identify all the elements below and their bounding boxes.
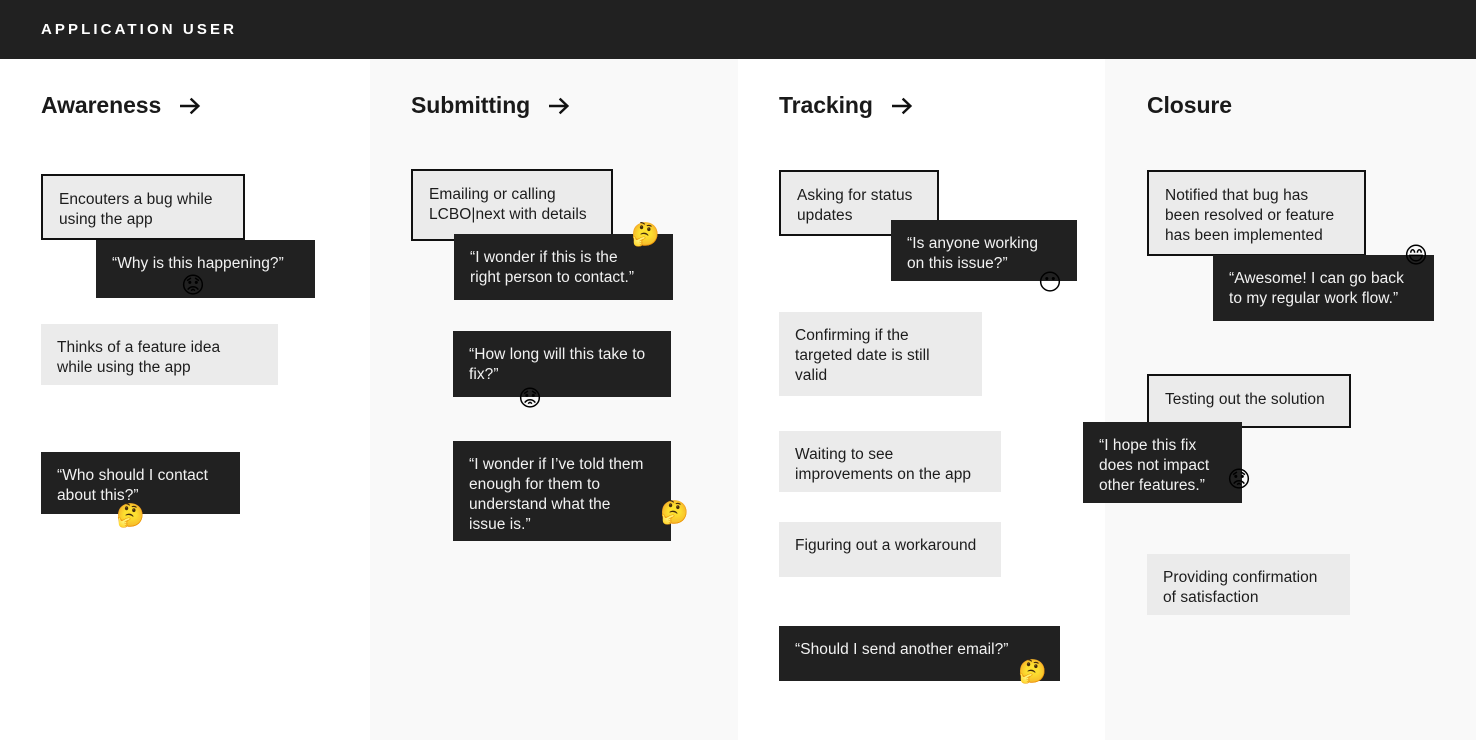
- stage-heading-label: Tracking: [779, 92, 873, 118]
- card-text: “Is anyone working on this issue?”: [907, 235, 1038, 273]
- thinking-face-emoji: 🤔: [116, 503, 145, 529]
- quote-card: “Awesome! I can go back to my regular wo…: [1213, 255, 1434, 321]
- grinning-face-emoji: 😄: [1404, 243, 1428, 269]
- quote-card: “How long will this take to fix?”: [453, 331, 671, 397]
- thinking-face-emoji: 🤔: [631, 222, 660, 248]
- card-text: Figuring out a workaround: [795, 537, 977, 554]
- worried-face-emoji: 😟: [1227, 467, 1251, 493]
- action-card: Emailing or calling LCBO|next with detai…: [411, 169, 613, 241]
- arrow-right-icon: [891, 96, 913, 116]
- worried-face-emoji: 😟: [518, 386, 542, 412]
- card-text: “Awesome! I can go back to my regular wo…: [1229, 270, 1404, 308]
- stage-heading-label: Submitting: [411, 92, 531, 118]
- card-text: “Should I send another email?”: [795, 641, 1009, 658]
- stage-heading-submitting: Submitting: [411, 92, 570, 119]
- arrow-right-icon: [548, 96, 570, 116]
- stage-column-submitting: Submitting Emailing or calling LCBO|next …: [370, 59, 738, 740]
- stage-heading-awareness: Awareness: [41, 92, 201, 119]
- action-card: Notified that bug has been resolved or f…: [1147, 170, 1366, 256]
- quote-card: “I hope this fix does not impact other f…: [1083, 422, 1242, 503]
- stage-heading-label: Closure: [1147, 92, 1232, 118]
- action-card: Figuring out a workaround: [779, 522, 1001, 577]
- card-text: Encouters a bug while using the app: [59, 191, 213, 229]
- card-text: “Why is this happening?”: [112, 255, 284, 272]
- action-card: Waiting to see improvements on the app: [779, 431, 1001, 492]
- journey-map-canvas: Awareness Encouters a bug while using the…: [0, 59, 1476, 740]
- action-card: Testing out the solution: [1147, 374, 1351, 428]
- stage-column-tracking: Tracking Asking for status updates “Is any…: [738, 59, 1105, 740]
- arrow-right-icon: [179, 96, 201, 116]
- card-text: Waiting to see improvements on the app: [795, 446, 972, 484]
- action-card: Encouters a bug while using the app: [41, 174, 245, 240]
- thinking-face-emoji: 🤔: [1018, 659, 1047, 685]
- card-text: Notified that bug has been resolved or f…: [1165, 187, 1335, 245]
- card-text: Providing confirmation of satisfaction: [1163, 569, 1318, 607]
- card-text: “I hope this fix does not impact other f…: [1099, 437, 1210, 495]
- stage-heading-closure: Closure: [1147, 92, 1232, 119]
- stage-column-awareness: Awareness Encouters a bug while using the…: [0, 59, 370, 740]
- quote-card: “I wonder if I’ve told them enough for t…: [453, 441, 671, 541]
- stage-heading-label: Awareness: [41, 92, 162, 118]
- thinking-face-emoji: 🤔: [660, 500, 689, 526]
- card-text: Testing out the solution: [1165, 391, 1325, 408]
- worried-face-emoji: 😟: [181, 273, 205, 299]
- stage-column-closure: Closure Notified that bug has been resolv…: [1083, 59, 1476, 740]
- face-without-mouth-emoji: 😶: [1038, 270, 1062, 296]
- card-text: “Who should I contact about this?”: [57, 467, 208, 505]
- card-text: Confirming if the targeted date is still…: [795, 327, 930, 385]
- card-text: “I wonder if this is the right person to…: [470, 249, 635, 287]
- card-text: Thinks of a feature idea while using the…: [57, 339, 221, 377]
- action-card: Confirming if the targeted date is still…: [779, 312, 982, 396]
- stage-heading-tracking: Tracking: [779, 92, 913, 119]
- app-title: APPLICATION USER: [41, 21, 237, 38]
- action-card: Providing confirmation of satisfaction: [1147, 554, 1350, 615]
- card-text: Emailing or calling LCBO|next with detai…: [429, 186, 587, 224]
- card-text: “I wonder if I’ve told them enough for t…: [469, 456, 644, 534]
- app-header-bar: APPLICATION USER: [0, 0, 1476, 59]
- action-card: Thinks of a feature idea while using the…: [41, 324, 278, 385]
- card-text: “How long will this take to fix?”: [469, 346, 646, 384]
- quote-card: “Why is this happening?”: [96, 240, 315, 298]
